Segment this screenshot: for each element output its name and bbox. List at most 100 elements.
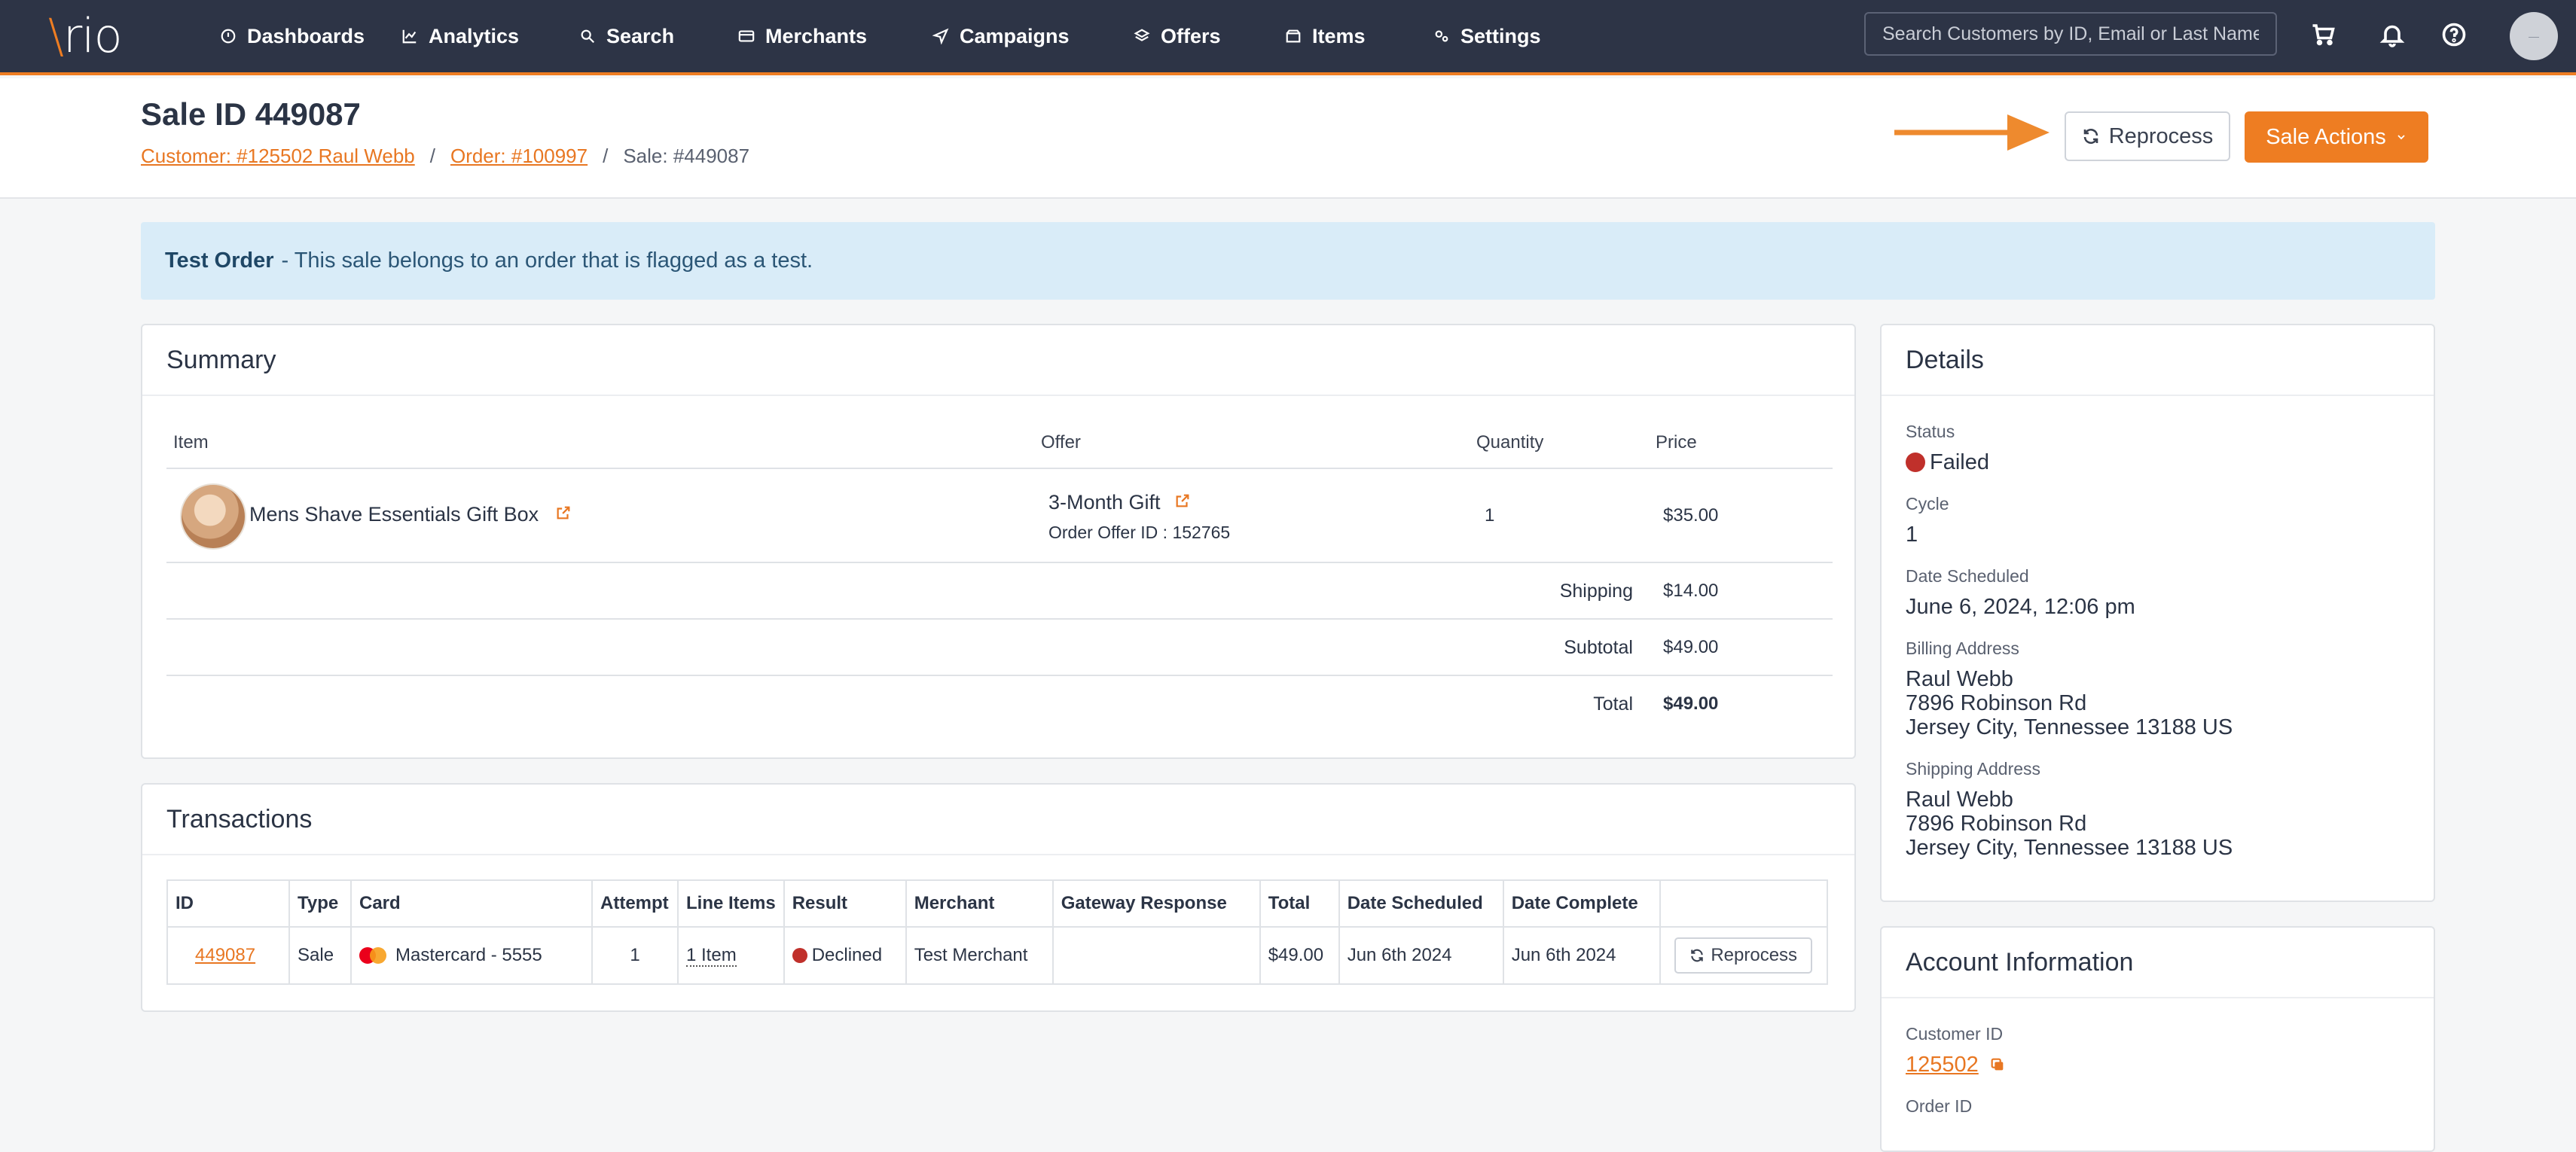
shipping-value: $14.00 <box>1663 581 1719 601</box>
product-thumbnail <box>180 483 246 550</box>
offer-link[interactable]: 3-Month Gift <box>1048 491 1191 514</box>
nav-settings[interactable]: Settings <box>1403 0 1573 75</box>
transaction-line-items[interactable]: 1 Item <box>677 926 785 985</box>
help-icon[interactable] <box>2440 21 2468 48</box>
cycle-value: 1 <box>1906 523 1918 547</box>
col-header-item: Item <box>173 432 209 453</box>
refresh-icon <box>2083 129 2098 144</box>
nav-campaigns[interactable]: Campaigns <box>932 0 1070 72</box>
transactions-card: Transactions ID Type Card Attempt Line I… <box>141 783 1856 1012</box>
nav-search-label: Search <box>606 24 675 47</box>
breadcrumb-customer-link[interactable]: Customer: #125502 Raul Webb <box>141 145 415 168</box>
total-label: Total <box>1593 693 1633 715</box>
table-header-row: ID Type Card Attempt Line Items Result M… <box>166 879 1828 928</box>
details-card: Details Status Failed Cycle 1 Date Sched… <box>1880 324 2435 902</box>
shipping-label: Shipping <box>1559 581 1633 602</box>
user-avatar[interactable]: — <box>2510 12 2558 60</box>
shipping-address-label: Shipping Address <box>1906 759 2041 779</box>
credit-card-icon <box>738 30 755 42</box>
cart-icon[interactable] <box>2309 21 2336 48</box>
col-header-offer: Offer <box>1041 432 1081 453</box>
nav-offers-label: Offers <box>1161 24 1221 47</box>
nav-dashboards[interactable]: Dashboards <box>220 0 365 72</box>
shipping-name: Raul Webb <box>1906 788 2013 812</box>
customer-id-link[interactable]: 125502 <box>1906 1053 1979 1077</box>
transaction-result: Declined <box>783 926 907 985</box>
page-title: Sale ID 449087 <box>141 96 361 132</box>
gears-icon <box>1435 30 1448 42</box>
refresh-icon <box>1691 949 1704 962</box>
subtotal-label: Subtotal <box>1564 637 1633 658</box>
th-id: ID <box>166 879 290 928</box>
dashboard-icon <box>221 29 236 44</box>
th-line-items: Line Items <box>677 879 785 928</box>
transaction-id-link[interactable]: 449087 <box>195 945 255 965</box>
cycle-label: Cycle <box>1906 494 1949 514</box>
external-link-icon[interactable] <box>555 503 572 526</box>
transaction-total: $49.00 <box>1259 926 1340 985</box>
transaction-date-scheduled: Jun 6th 2024 <box>1338 926 1504 985</box>
sale-actions-button[interactable]: Sale Actions <box>2245 111 2428 163</box>
account-title: Account Information <box>1882 928 2434 998</box>
copy-icon[interactable] <box>1989 1056 2006 1073</box>
chevron-down-icon <box>2397 135 2405 140</box>
col-header-price: Price <box>1656 432 1697 453</box>
subtotal-value: $49.00 <box>1663 637 1719 657</box>
sale-actions-label: Sale Actions <box>2266 124 2386 149</box>
th-date-complete: Date Complete <box>1502 879 1661 928</box>
product-name-link[interactable]: Mens Shave Essentials Gift Box <box>249 503 572 526</box>
th-result: Result <box>783 879 907 928</box>
details-title: Details <box>1882 325 2434 396</box>
summary-title: Summary <box>142 325 1854 396</box>
transaction-gateway-response <box>1051 926 1261 985</box>
alert-message: - This sale belongs to an order that is … <box>281 248 813 273</box>
result-label: Declined <box>811 945 883 965</box>
order-id-label: Order ID <box>1906 1096 1973 1116</box>
failed-status-icon <box>1906 453 1925 472</box>
customer-search-input[interactable] <box>1864 12 2277 56</box>
mastercard-icon <box>359 947 386 964</box>
breadcrumb-order-link[interactable]: Order: #100997 <box>450 145 588 168</box>
nav-search[interactable]: Search <box>579 0 674 72</box>
divider <box>166 675 1833 676</box>
transaction-type: Sale <box>288 926 352 985</box>
transaction-merchant: Test Merchant <box>905 926 1054 985</box>
transactions-title: Transactions <box>142 785 1854 855</box>
transaction-card: Mastercard - 5555 <box>350 926 593 985</box>
th-date-scheduled: Date Scheduled <box>1338 879 1504 928</box>
billing-name: Raul Webb <box>1906 667 2013 691</box>
item-price: $35.00 <box>1663 505 1719 526</box>
order-offer-id: Order Offer ID : 152765 <box>1048 523 1231 542</box>
transactions-table: ID Type Card Attempt Line Items Result M… <box>166 879 1828 985</box>
nav-dashboards-label: Dashboards <box>247 24 365 47</box>
nav-offers[interactable]: Offers <box>1134 0 1221 72</box>
th-gateway-response: Gateway Response <box>1051 879 1261 928</box>
item-quantity: 1 <box>1485 505 1495 526</box>
nav-campaigns-label: Campaigns <box>960 24 1070 47</box>
location-arrow-icon <box>932 28 949 44</box>
nav-items[interactable]: Items <box>1285 0 1366 72</box>
nav-analytics[interactable]: Analytics <box>401 0 519 72</box>
th-total: Total <box>1259 879 1340 928</box>
vrio-logo[interactable]: \rio <box>48 12 123 60</box>
annotation-arrow-icon <box>1894 114 2050 151</box>
reprocess-button[interactable]: Reprocess <box>2065 111 2230 161</box>
billing-address-label: Billing Address <box>1906 638 2019 658</box>
breadcrumb-separator: / <box>603 145 609 167</box>
customer-id-label: Customer ID <box>1906 1024 2004 1044</box>
external-link-icon[interactable] <box>1174 491 1191 514</box>
search-icon <box>581 29 595 44</box>
row-reprocess-label: Reprocess <box>1711 945 1798 965</box>
line-items-tooltip[interactable]: 1 Item <box>686 945 737 967</box>
th-card: Card <box>350 879 593 928</box>
billing-street: 7896 Robinson Rd <box>1906 691 2087 715</box>
offer-name: 3-Month Gift <box>1048 491 1161 514</box>
status-label: Status <box>1906 422 1955 441</box>
account-info-card: Account Information Customer ID 125502 O… <box>1880 926 2435 1152</box>
nav-merchants[interactable]: Merchants <box>738 0 867 72</box>
th-attempt: Attempt <box>591 879 679 928</box>
nav-merchants-label: Merchants <box>765 24 868 47</box>
bell-icon[interactable] <box>2379 21 2406 48</box>
transaction-date-complete: Jun 6th 2024 <box>1502 926 1661 985</box>
row-reprocess-button[interactable]: Reprocess <box>1674 937 1813 974</box>
